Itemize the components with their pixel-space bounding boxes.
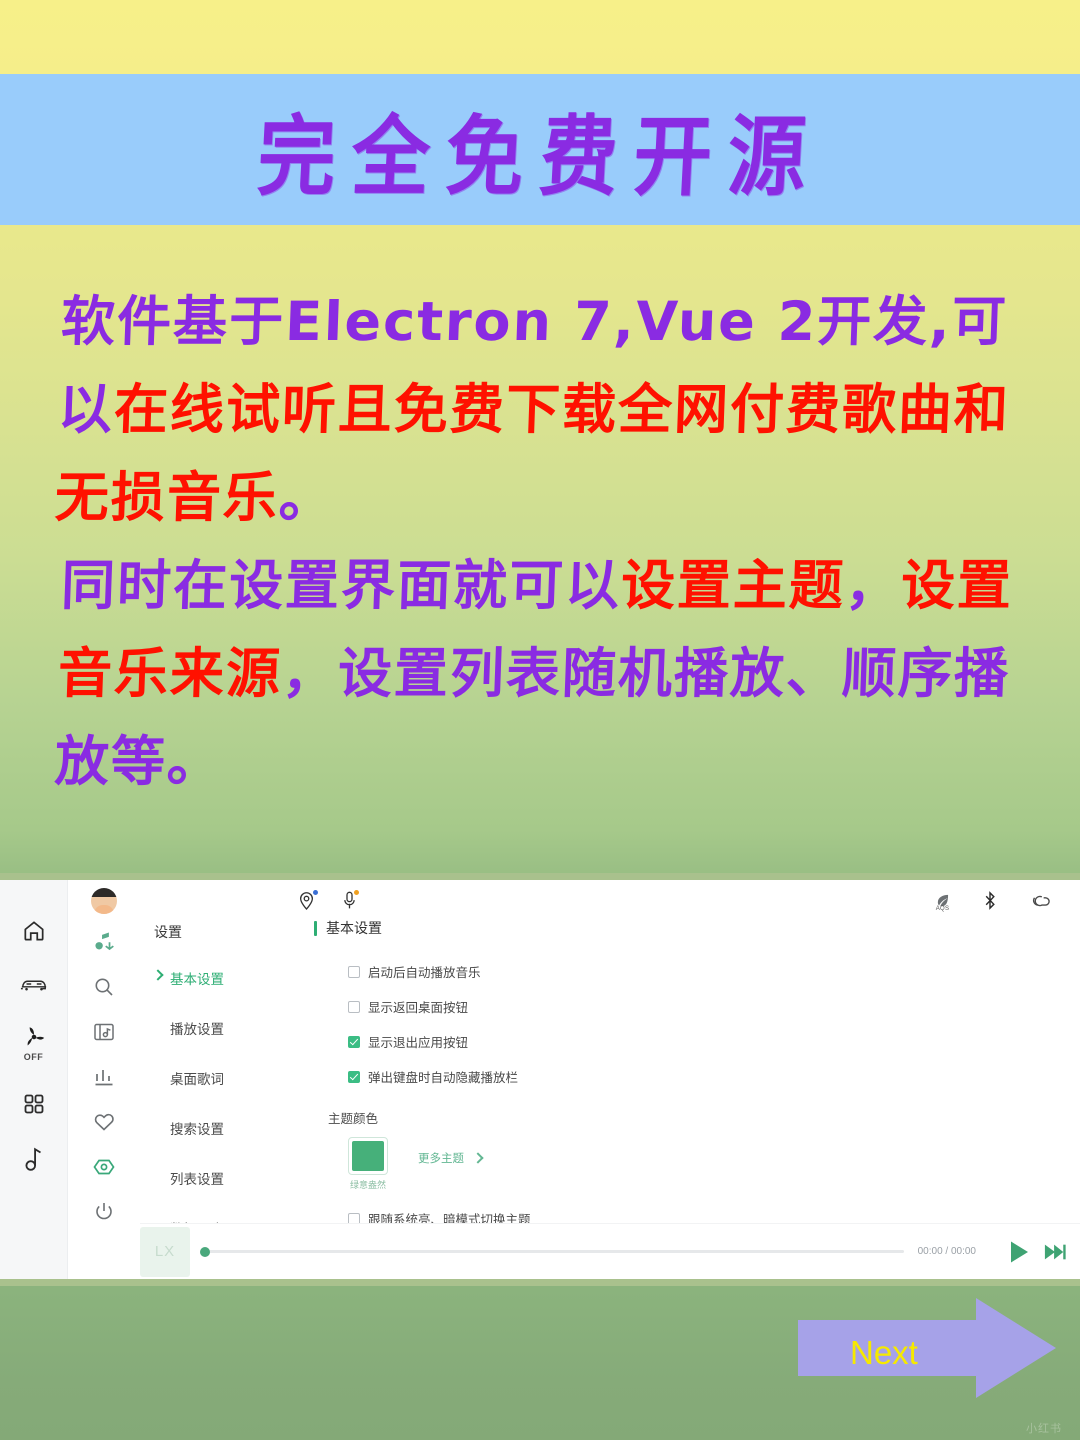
next-label: Next — [850, 1334, 918, 1371]
player-bar: LX 00:00 / 00:00 — [140, 1223, 1080, 1279]
playback-time: 00:00 / 00:00 — [917, 1246, 976, 1257]
checkbox[interactable] — [348, 1000, 360, 1013]
theme-swatch-group[interactable]: 绿意盎然 — [348, 1137, 388, 1191]
option-label: 显示退出应用按钮 — [368, 1036, 469, 1050]
sidebar-item-label: 列表设置 — [170, 1172, 224, 1187]
option-label: 显示返回桌面按钮 — [368, 1001, 469, 1015]
paragraph-2: 同时在设置界面就可以设置主题，设置音乐来源，设置列表随机播放、顺序播放等。 — [53, 542, 1032, 806]
page-title: 完全免费开源 — [254, 106, 825, 208]
next-track-button[interactable] — [1044, 1242, 1066, 1262]
options-list: 启动后自动播放音乐 显示返回桌面按钮 显示退出应用按钮 弹出键盘时自动隐藏播放栏 — [308, 962, 1080, 1086]
theme-swatch-name: 绿意盎然 — [349, 1180, 386, 1190]
chevron-right-icon — [152, 969, 164, 981]
next-button[interactable]: Next — [798, 1298, 1058, 1398]
next-arrow-head — [976, 1298, 1056, 1398]
progress-slider[interactable] — [200, 1246, 904, 1257]
music-note-icon[interactable] — [22, 1146, 46, 1172]
settings-nav-header: 设置 — [154, 924, 182, 940]
sidebar-item-desktop-lyrics[interactable]: 桌面歌词 — [154, 1068, 308, 1088]
search-icon[interactable] — [92, 973, 116, 1001]
option-autoplay[interactable]: 启动后自动播放音乐 — [348, 962, 1080, 981]
play-button[interactable] — [1008, 1240, 1030, 1264]
option-label: 启动后自动播放音乐 — [368, 966, 481, 980]
p1-seg-3: 。 — [277, 466, 337, 529]
p2-seg-2: 设置主题 — [619, 554, 847, 617]
sidebar-item-search-settings[interactable]: 搜索设置 — [154, 1118, 308, 1138]
fan-icon[interactable]: OFF — [21, 1024, 47, 1062]
power-icon[interactable] — [92, 1198, 116, 1226]
option-show-exit-button[interactable]: 显示退出应用按钮 — [348, 1032, 1080, 1051]
option-show-desktop-button[interactable]: 显示返回桌面按钮 — [348, 997, 1080, 1016]
avatar[interactable] — [91, 888, 117, 914]
ranking-icon[interactable] — [92, 1063, 116, 1091]
sidebar-item-list-settings[interactable]: 列表设置 — [154, 1168, 308, 1188]
album-cover[interactable]: LX — [140, 1226, 190, 1277]
app-screenshot: OFF 设置 基本设置 播放设置 桌面歌词 搜索设置 列表设置 基本设置 启动后… — [0, 873, 1080, 1286]
app-icon-rail — [68, 880, 140, 1279]
checkbox[interactable] — [348, 965, 360, 978]
settings-detail-pane: 基本设置 启动后自动播放音乐 显示返回桌面按钮 显示退出应用按钮 弹出键盘时自动… — [308, 880, 1080, 1279]
poster-copy: 软件基于Electron 7,Vue 2开发,可以在线试听且免费下载全网付费歌曲… — [54, 278, 1028, 806]
sidebar-item-basic-settings[interactable]: 基本设置 — [152, 968, 308, 988]
theme-color-label: 主题颜色 — [328, 1112, 379, 1126]
playlist-icon[interactable] — [92, 1018, 116, 1046]
theme-swatch[interactable] — [348, 1137, 388, 1175]
heart-icon[interactable] — [92, 1108, 116, 1136]
section-header: 基本设置 — [308, 918, 1080, 938]
home-icon[interactable] — [21, 918, 47, 944]
sidebar-item-label: 桌面歌词 — [170, 1072, 224, 1087]
paragraph-1: 软件基于Electron 7,Vue 2开发,可以在线试听且免费下载全网付费歌曲… — [53, 278, 1032, 542]
settings-nav: 设置 基本设置 播放设置 桌面歌词 搜索设置 列表设置 数据同步 — [140, 880, 308, 1279]
progress-knob[interactable] — [200, 1246, 210, 1257]
p2-seg-5: ， — [280, 642, 340, 705]
option-label: 弹出键盘时自动隐藏播放栏 — [368, 1071, 519, 1085]
section-title: 基本设置 — [326, 920, 382, 936]
car-icon[interactable] — [20, 974, 48, 994]
fan-state-label: OFF — [23, 1052, 44, 1062]
section-accent-bar — [314, 920, 317, 936]
watermark: 小红书 — [1026, 1423, 1062, 1435]
p2-seg-1: 同时在设置界面就可以 — [59, 554, 623, 617]
checkbox[interactable] — [348, 1035, 360, 1048]
settings-gear-icon[interactable] — [91, 1153, 117, 1181]
more-themes-label: 更多主题 — [418, 1153, 464, 1165]
music-download-icon[interactable] — [91, 928, 117, 956]
option-hide-player-on-keyboard[interactable]: 弹出键盘时自动隐藏播放栏 — [348, 1067, 1080, 1086]
theme-color-row: 绿意盎然 更多主题 — [308, 1137, 1080, 1191]
sidebar-item-play-settings[interactable]: 播放设置 — [154, 1018, 308, 1038]
sidebar-item-label: 搜索设置 — [170, 1122, 224, 1137]
p2-seg-3: ， — [843, 554, 903, 617]
more-themes-link[interactable]: 更多主题 — [418, 1150, 484, 1166]
title-band: 完全免费开源 — [0, 74, 1080, 225]
checkbox[interactable] — [348, 1070, 360, 1083]
p1-seg-2: 在线试听且免费下载全网付费歌曲和无损音乐 — [53, 378, 1012, 529]
sidebar-item-label: 播放设置 — [170, 1022, 224, 1037]
sidebar-item-label: 基本设置 — [170, 972, 224, 987]
apps-grid-icon[interactable] — [22, 1092, 46, 1116]
chevron-right-icon — [472, 1152, 484, 1164]
car-system-rail: OFF — [0, 880, 68, 1279]
